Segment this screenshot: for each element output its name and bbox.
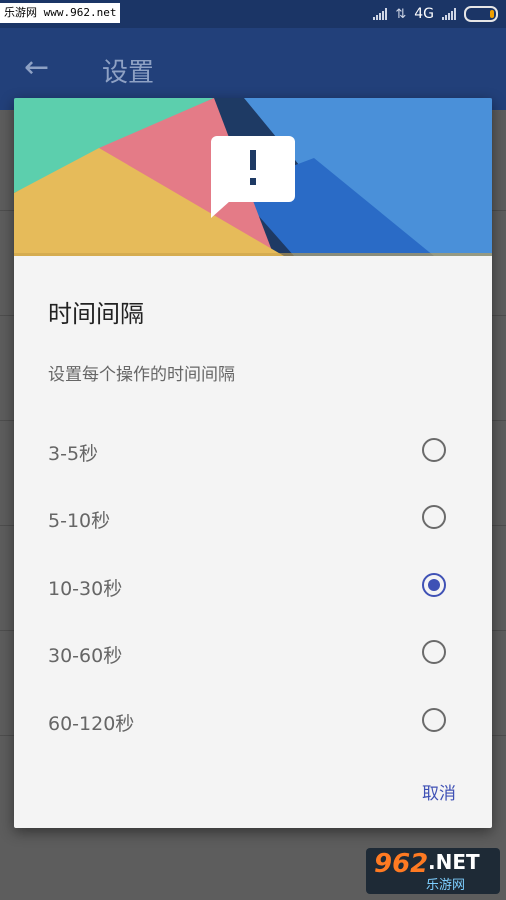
logo-cn: 乐游网	[426, 878, 466, 893]
signal-icon-2	[442, 8, 456, 20]
radio-button[interactable]	[422, 708, 446, 732]
watermark-text: 乐游网 www.962.net	[0, 3, 121, 23]
option-label: 10-30秒	[48, 578, 123, 600]
dialog-subtitle: 设置每个操作的时间间隔	[48, 365, 235, 385]
signal-icon	[373, 8, 388, 20]
option-label: 5-10秒	[48, 510, 111, 532]
status-icons: ⇅ 4G	[373, 0, 498, 28]
status-bar: 乐游网 www.962.net ⇅ 4G	[0, 0, 506, 28]
battery-icon	[464, 6, 498, 22]
logo-net: .NET	[428, 850, 480, 874]
network-type: 4G	[414, 6, 434, 22]
radio-button[interactable]	[422, 438, 446, 462]
option-label: 3-5秒	[48, 443, 99, 465]
page-title: 设置	[102, 58, 155, 88]
radio-button[interactable]	[422, 640, 446, 664]
radio-button-checked[interactable]	[422, 573, 446, 597]
option-3-5[interactable]: 3-5秒	[14, 419, 492, 485]
radio-button[interactable]	[422, 505, 446, 529]
option-label: 60-120秒	[48, 713, 135, 735]
data-transfer-icon: ⇅	[395, 6, 407, 22]
option-30-60[interactable]: 30-60秒	[14, 621, 492, 687]
option-10-30[interactable]: 10-30秒	[14, 554, 492, 620]
interval-dialog: 时间间隔 设置每个操作的时间间隔 3-5秒 5-10秒 10-30秒 30-60…	[14, 98, 492, 828]
option-60-120[interactable]: 60-120秒	[14, 689, 492, 755]
dialog-header-illustration	[14, 98, 492, 256]
option-5-10[interactable]: 5-10秒	[14, 486, 492, 552]
logo-number: 962	[374, 849, 429, 879]
cancel-button[interactable]: 取消	[394, 780, 484, 808]
option-label: 30-60秒	[48, 645, 123, 667]
arrow-left-icon[interactable]: ←	[24, 50, 49, 85]
dialog-title: 时间间隔	[48, 300, 144, 328]
site-logo: 962 .NET 乐游网	[366, 848, 500, 894]
